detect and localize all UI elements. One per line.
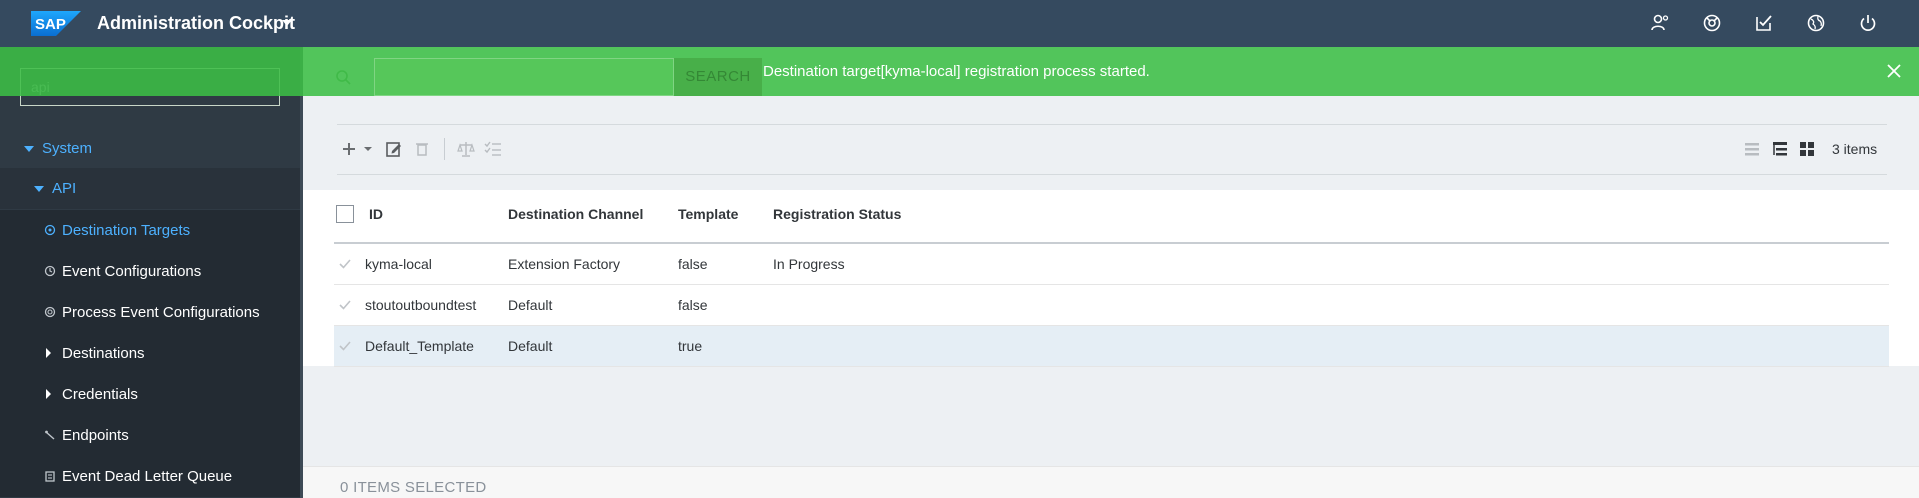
table-row[interactable]: Default_Template Default true — [334, 326, 1889, 367]
compare-icon[interactable] — [457, 140, 475, 158]
endpoint-icon — [45, 430, 55, 440]
globe-icon[interactable] — [1806, 13, 1826, 33]
column-header-template[interactable]: Template — [678, 206, 738, 222]
grid-view-icon[interactable] — [1798, 140, 1816, 158]
tree-view-icon[interactable] — [1771, 140, 1789, 158]
table-row[interactable]: stoutoutboundtest Default false — [334, 285, 1889, 326]
collapse-caret-icon[interactable] — [24, 146, 34, 152]
add-menu-caret-icon[interactable] — [363, 140, 373, 158]
search-button[interactable]: SEARCH — [674, 58, 762, 96]
sidebar-item-label: Destinations — [62, 345, 145, 362]
cell-template: true — [678, 338, 703, 354]
row-check-icon[interactable] — [338, 339, 352, 353]
shell-header: SAP Administration Cockpit — [0, 0, 1919, 47]
sidebar-item-event-dead-letter-queue[interactable]: Event Dead Letter Queue — [0, 456, 300, 497]
column-header-destination-channel[interactable]: Destination Channel — [508, 206, 643, 222]
sidebar-item-endpoints[interactable]: Endpoints — [0, 415, 300, 456]
column-header-id[interactable]: ID — [369, 206, 383, 222]
tree-node-label: API — [52, 180, 77, 197]
sidebar-item-label: Process Event Configurations — [62, 304, 260, 321]
sidebar-item-destinations[interactable]: Destinations — [0, 333, 300, 374]
sidebar-item-credentials[interactable]: Credentials — [0, 374, 300, 415]
add-icon[interactable] — [340, 140, 358, 158]
toolbar-separator — [444, 138, 445, 160]
cell-status: In Progress — [773, 256, 845, 272]
cell-id: Default_Template — [365, 338, 474, 354]
selection-footer — [303, 466, 1919, 498]
expand-caret-icon[interactable] — [46, 348, 51, 358]
checklist-icon[interactable] — [484, 140, 502, 158]
tree-node-system[interactable]: System — [0, 131, 300, 166]
select-all-checkbox[interactable] — [336, 205, 354, 223]
cell-channel: Default — [508, 338, 553, 354]
sap-logo-text: SAP — [35, 16, 66, 33]
divider — [337, 124, 1887, 125]
sidebar-item-label: Event Configurations — [62, 263, 202, 280]
notification-message: Destination target[kyma-local] registrat… — [763, 63, 1150, 80]
help-icon[interactable] — [1702, 13, 1722, 33]
collapse-caret-icon[interactable] — [34, 186, 44, 192]
expand-caret-icon[interactable] — [46, 389, 51, 399]
cell-id: kyma-local — [365, 256, 432, 272]
items-count: 3 items — [1832, 141, 1878, 157]
sidebar-item-event-configurations[interactable]: Event Configurations — [0, 251, 300, 292]
cell-channel: Default — [508, 297, 553, 313]
edit-icon[interactable] — [385, 140, 403, 158]
power-icon[interactable] — [1858, 13, 1878, 33]
sidebar-item-label: Credentials — [62, 386, 138, 403]
cell-id: stoutoutboundtest — [365, 297, 477, 313]
sap-logo[interactable]: SAP — [31, 11, 81, 36]
table-row[interactable]: kyma-local Extension Factory false In Pr… — [334, 244, 1889, 285]
close-icon[interactable] — [1885, 62, 1903, 80]
sidebar-item-label: Destination Targets — [62, 222, 191, 239]
selected-count: 0 ITEMS SELECTED — [340, 479, 487, 496]
divider — [337, 174, 1887, 175]
search-input[interactable] — [374, 58, 674, 96]
event-icon — [44, 265, 56, 277]
process-event-icon — [44, 306, 56, 318]
row-check-icon[interactable] — [338, 298, 352, 312]
cell-template: false — [678, 256, 708, 272]
sidebar-item-destination-targets[interactable]: Destination Targets — [0, 210, 300, 251]
tree-node-api[interactable]: API — [0, 168, 300, 209]
column-header-registration-status[interactable]: Registration Status — [773, 206, 901, 222]
cell-template: false — [678, 297, 708, 313]
sidebar-item-label: Endpoints — [62, 427, 129, 444]
sidebar-item-process-event-configurations[interactable]: Process Event Configurations — [0, 292, 300, 333]
cell-channel: Extension Factory — [508, 256, 621, 272]
row-check-icon[interactable] — [338, 257, 352, 271]
delete-icon[interactable] — [413, 140, 431, 158]
target-icon — [44, 224, 56, 236]
tree-node-label: System — [42, 140, 93, 157]
list-view-icon[interactable] — [1743, 140, 1761, 158]
tasks-icon[interactable] — [1754, 13, 1774, 33]
app-menu-caret-icon[interactable] — [282, 20, 292, 26]
app-title[interactable]: Administration Cockpit — [97, 13, 295, 34]
sidebar-item-label: Event Dead Letter Queue — [62, 468, 233, 485]
queue-icon — [45, 471, 55, 482]
user-settings-icon[interactable] — [1650, 13, 1670, 33]
